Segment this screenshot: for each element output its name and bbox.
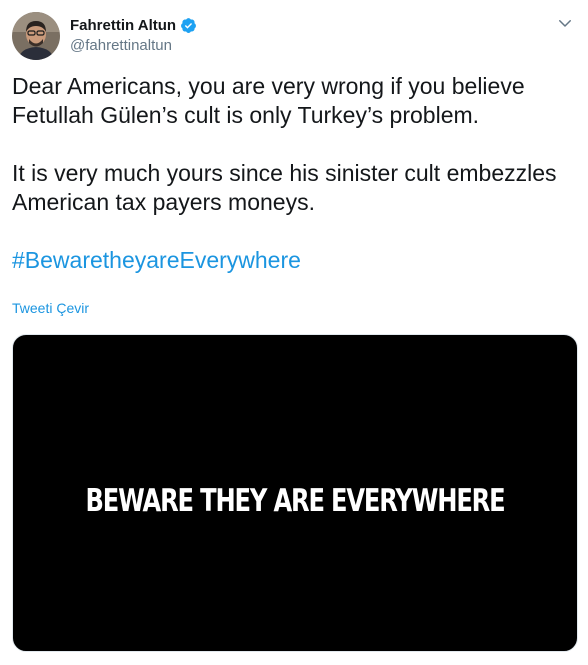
avatar[interactable] [12, 12, 60, 60]
tweet-paragraph-1: Dear Americans, you are very wrong if yo… [12, 73, 525, 128]
verified-badge-icon [180, 17, 197, 34]
author-info: Fahrettin Altun @fahrettinaltun [70, 15, 197, 54]
tweet-card: Fahrettin Altun @fahrettinaltun Dear Ame… [0, 0, 588, 665]
chevron-down-icon[interactable] [556, 14, 574, 32]
user-photo-icon [12, 12, 60, 60]
translate-tweet-link[interactable]: Tweeti Çevir [12, 300, 89, 316]
media-overlay-text: BEWARE THEY ARE EVERYWHERE [85, 483, 506, 519]
user-handle[interactable]: @fahrettinaltun [70, 37, 197, 54]
display-name[interactable]: Fahrettin Altun [70, 17, 176, 34]
hashtag-link[interactable]: #BewaretheyareEverywhere [12, 247, 301, 273]
tweet-text: Dear Americans, you are very wrong if yo… [12, 72, 576, 275]
tweet-media-video[interactable]: BEWARE THEY ARE EVERYWHERE [12, 334, 578, 652]
name-row: Fahrettin Altun [70, 15, 197, 35]
tweet-paragraph-2: It is very much yours since his sinister… [12, 160, 557, 215]
